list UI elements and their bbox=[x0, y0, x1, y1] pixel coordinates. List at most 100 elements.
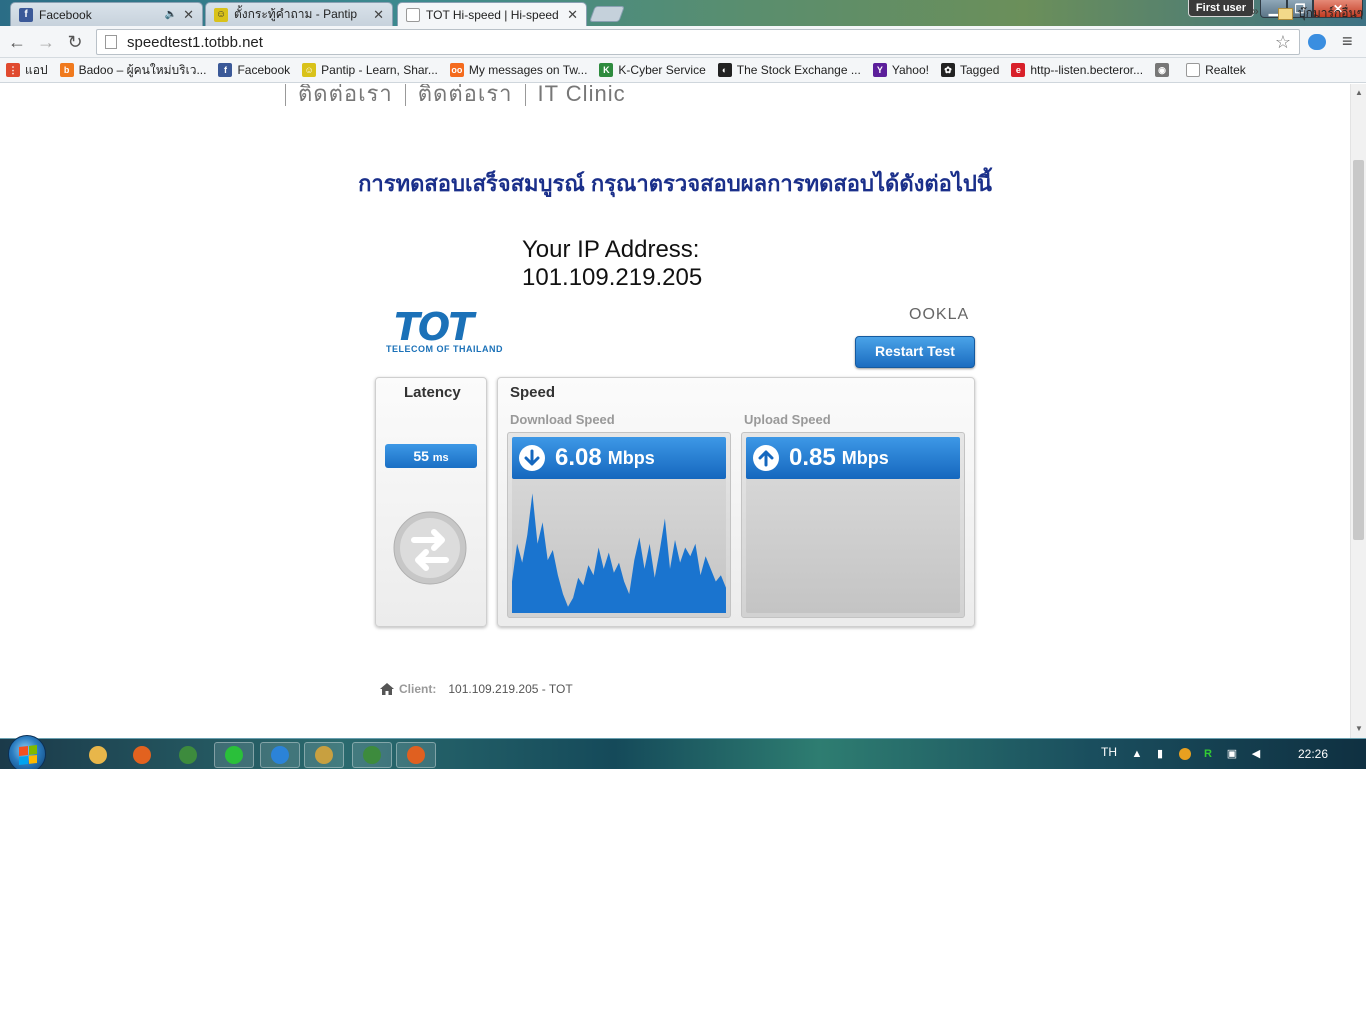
scroll-up-icon[interactable]: ▲ bbox=[1355, 88, 1363, 97]
nav-item[interactable]: IT Clinic bbox=[524, 84, 638, 106]
taskbar-app-button[interactable] bbox=[168, 742, 208, 768]
taskbar-app-button[interactable] bbox=[352, 742, 392, 768]
ip-address-label: Your IP Address: bbox=[522, 236, 700, 263]
bookmark-label: Tagged bbox=[960, 63, 1000, 77]
tray-app-icon[interactable] bbox=[1179, 748, 1191, 760]
facebook-icon: f bbox=[19, 7, 33, 22]
taskbar-app-button[interactable] bbox=[122, 742, 162, 768]
browser-toolbar: ← → ↻ speedtest1.totbb.net ☆ ≡ bbox=[0, 26, 1366, 58]
address-bar[interactable]: speedtest1.totbb.net ☆ bbox=[96, 29, 1300, 55]
upload-arrow-icon bbox=[753, 445, 779, 471]
folder-label: บุ๊กมาร์กอื่นๆ bbox=[1298, 6, 1364, 20]
tab-label: ตั้งกระทู้คำถาม - Pantip bbox=[234, 7, 358, 21]
upload-speed-value: 0.85 bbox=[789, 444, 836, 471]
close-icon[interactable]: ✕ bbox=[373, 7, 384, 23]
language-indicator[interactable]: TH bbox=[1101, 745, 1117, 759]
bookmarks-overflow-button[interactable]: » bbox=[1252, 4, 1259, 18]
logo-subtitle: TELECOM OF THAILAND bbox=[386, 344, 503, 354]
bookmark-item[interactable]: ✿ Tagged bbox=[941, 63, 999, 77]
page-icon bbox=[105, 35, 117, 49]
bookmark-item[interactable]: f Facebook bbox=[218, 63, 290, 77]
bookmark-label: K-Cyber Service bbox=[618, 63, 706, 77]
yahoo-icon: Y bbox=[872, 63, 887, 77]
bookmarks-bar: ⋮ แอป b Badoo – ผู้คนใหม่บริเว... f Facebook ☺… bbox=[0, 58, 1366, 83]
blank-area bbox=[0, 769, 1366, 1017]
restart-test-button[interactable]: Restart Test bbox=[855, 336, 975, 368]
page-scrollbar[interactable]: ▲ ▼ bbox=[1350, 84, 1366, 738]
bookmark-label: My messages on Tw... bbox=[468, 63, 588, 77]
chrome-icon bbox=[363, 746, 381, 764]
chrome-menu-icon[interactable]: ≡ bbox=[1342, 32, 1358, 50]
bookmark-item[interactable]: oo My messages on Tw... bbox=[449, 63, 588, 77]
realtek-tray-icon[interactable]: R bbox=[1202, 748, 1214, 760]
client-value: 101.109.219.205 - TOT bbox=[448, 682, 573, 696]
download-speed-label: Download Speed bbox=[510, 412, 615, 427]
bookmark-item[interactable]: ◉ bbox=[1155, 63, 1174, 77]
taskbar-app-button[interactable] bbox=[214, 742, 254, 768]
bookmark-item[interactable]: ⋮ แอป bbox=[6, 61, 48, 80]
bookmark-label: Pantip - Learn, Shar... bbox=[321, 63, 438, 77]
pantip-icon: ☺ bbox=[214, 7, 228, 22]
nav-item[interactable]: ติดต่อเรา bbox=[285, 84, 405, 106]
windows-logo-icon bbox=[19, 745, 37, 765]
bookmark-item[interactable]: Realtek bbox=[1186, 63, 1246, 77]
device-tray-icon[interactable]: ▣ bbox=[1226, 748, 1238, 760]
taskbar-app-button[interactable] bbox=[260, 742, 300, 768]
upload-speed-unit: Mbps bbox=[841, 447, 889, 468]
volume-icon[interactable]: ◀ bbox=[1250, 748, 1262, 760]
badoo-icon: b bbox=[59, 63, 74, 77]
kbank-icon: K bbox=[599, 63, 614, 77]
url-text[interactable]: speedtest1.totbb.net bbox=[127, 34, 1275, 51]
bookmark-label: Yahoo! bbox=[891, 63, 929, 77]
back-button[interactable]: ← bbox=[7, 32, 27, 52]
tab-facebook[interactable]: f Facebook 🔈 ✕ bbox=[10, 2, 203, 26]
close-icon[interactable]: ✕ bbox=[183, 7, 194, 23]
bookmark-item[interactable]: Y Yahoo! bbox=[872, 63, 929, 77]
other-bookmarks-folder[interactable]: บุ๊กมาร์กอื่นๆ bbox=[1278, 4, 1363, 23]
page-icon bbox=[406, 8, 420, 22]
bookmark-item[interactable]: ◐ The Stock Exchange ... bbox=[717, 63, 861, 77]
app-icon bbox=[407, 746, 425, 764]
scroll-down-icon[interactable]: ▼ bbox=[1355, 724, 1363, 733]
reload-button[interactable]: ↻ bbox=[65, 32, 85, 52]
start-button[interactable] bbox=[8, 735, 46, 769]
windows-taskbar: TH ▲ ▮ R ▣ ◀ 22:26 bbox=[0, 735, 1366, 769]
tab-tot-speedtest[interactable]: TOT Hi-speed | Hi-speed I ✕ bbox=[397, 2, 587, 27]
forward-button[interactable]: → bbox=[36, 32, 56, 52]
home-icon bbox=[380, 683, 394, 695]
latency-title: Latency bbox=[404, 384, 461, 401]
taskbar-app-button[interactable] bbox=[304, 742, 344, 768]
speed-title: Speed bbox=[510, 384, 556, 401]
latency-number: 55 bbox=[413, 448, 429, 464]
logo-letters: TOT bbox=[394, 305, 474, 349]
network-icon[interactable]: ▮ bbox=[1154, 748, 1166, 760]
bookmark-item[interactable]: K K-Cyber Service bbox=[599, 63, 706, 77]
bookmark-item[interactable]: e http--listen.becteror... bbox=[1011, 63, 1143, 77]
taskbar-clock[interactable]: 22:26 bbox=[1298, 747, 1328, 761]
tab-pantip[interactable]: ☺ ตั้งกระทู้คำถาม - Pantip ✕ bbox=[205, 2, 393, 26]
bookmark-star-icon[interactable]: ☆ bbox=[1275, 32, 1291, 53]
taskbar-app-button[interactable] bbox=[78, 742, 118, 768]
scrollbar-thumb[interactable] bbox=[1353, 160, 1364, 540]
bookmark-item[interactable]: ☺ Pantip - Learn, Shar... bbox=[302, 63, 438, 77]
nav-item[interactable]: ติดต่อเรา bbox=[404, 84, 525, 106]
ookla-logo: OOKLA bbox=[909, 306, 970, 323]
becteror-icon: e bbox=[1011, 63, 1026, 77]
show-hidden-icons-icon[interactable]: ▲ bbox=[1131, 748, 1143, 760]
twoo-icon: oo bbox=[449, 63, 464, 77]
speed-panel: Speed Download Speed Upload Speed 6.08 M… bbox=[497, 377, 975, 627]
profile-badge[interactable]: First user bbox=[1188, 0, 1254, 17]
tab-label: Facebook bbox=[39, 7, 92, 22]
upload-speed-label: Upload Speed bbox=[744, 412, 831, 427]
bookmark-label: Realtek bbox=[1205, 63, 1246, 77]
bookmark-item[interactable]: b Badoo – ผู้คนใหม่บริเว... bbox=[59, 61, 206, 80]
close-icon[interactable]: ✕ bbox=[567, 7, 578, 23]
download-graph-area bbox=[512, 493, 726, 613]
top-navigation: ติดต่อเรา ติดต่อเรา IT Clinic bbox=[285, 84, 638, 111]
taskbar-app-button[interactable] bbox=[396, 742, 436, 768]
speaker-icon[interactable]: 🔈 bbox=[165, 9, 177, 20]
download-meter: 6.08 Mbps bbox=[507, 432, 731, 618]
new-tab-button[interactable] bbox=[589, 6, 625, 22]
cloud-extension-icon[interactable] bbox=[1308, 34, 1326, 50]
bookmark-label: Facebook bbox=[237, 63, 291, 77]
